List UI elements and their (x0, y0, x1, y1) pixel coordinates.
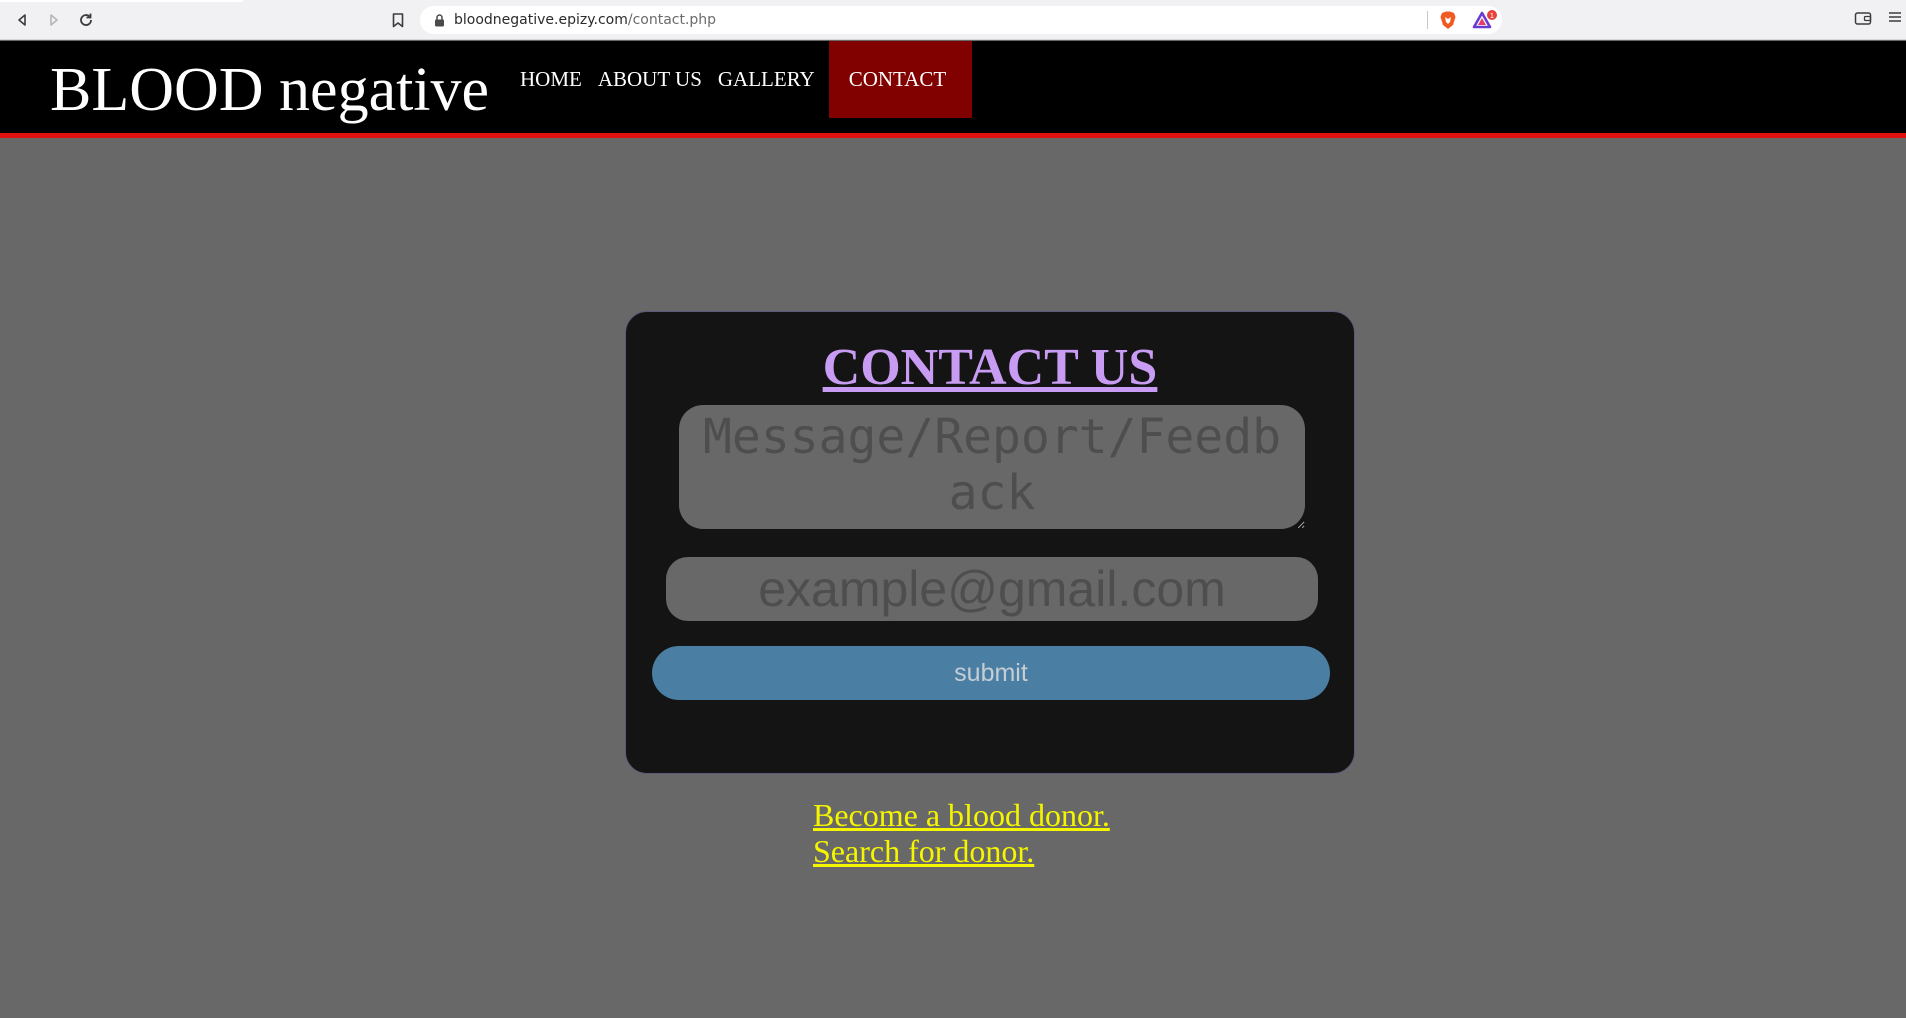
reload-icon[interactable] (76, 10, 96, 30)
contact-title: CONTACT US (822, 339, 1158, 396)
rewards-badge: 1 (1490, 12, 1494, 20)
brave-shields-icon[interactable] (1438, 10, 1458, 30)
main-nav: HOME ABOUT US GALLERY CONTACT (512, 41, 973, 118)
bookmark-icon[interactable] (388, 10, 408, 30)
email-input[interactable] (666, 557, 1318, 621)
menu-icon[interactable] (1888, 10, 1906, 30)
nav-about-us[interactable]: ABOUT US (590, 41, 710, 118)
submit-button[interactable]: submit (652, 646, 1330, 700)
site-logo[interactable]: BLOOD negative (50, 55, 489, 125)
rewards-icon[interactable]: 1 (1472, 10, 1498, 30)
become-donor-link[interactable]: Become a blood donor. (813, 797, 1110, 833)
url-path: /contact.php (627, 12, 717, 28)
nav-gallery[interactable]: GALLERY (710, 41, 823, 118)
address-bar[interactable]: bloodnegative.epizy.com/contact.php (420, 6, 1502, 34)
address-bar-divider (1427, 11, 1428, 29)
message-textarea[interactable] (679, 405, 1305, 529)
forward-icon[interactable] (44, 10, 64, 30)
search-donor-link[interactable]: Search for donor. (813, 833, 1110, 869)
lock-icon (432, 13, 446, 27)
back-icon[interactable] (12, 10, 32, 30)
nav-home[interactable]: HOME (512, 41, 590, 118)
browser-toolbar: bloodnegative.epizy.com/contact.php 1 (0, 0, 1906, 40)
nav-contact[interactable]: CONTACT (828, 41, 973, 118)
wallet-icon[interactable] (1854, 10, 1874, 30)
site-header: BLOOD negative HOME ABOUT US GALLERY CON… (0, 41, 1906, 138)
donor-links: Become a blood donor. Search for donor. (813, 797, 1110, 869)
url-domain: bloodnegative.epizy.com (454, 12, 628, 28)
contact-form: CONTACT US submit (625, 311, 1355, 774)
active-tab-indicator (0, 0, 243, 2)
